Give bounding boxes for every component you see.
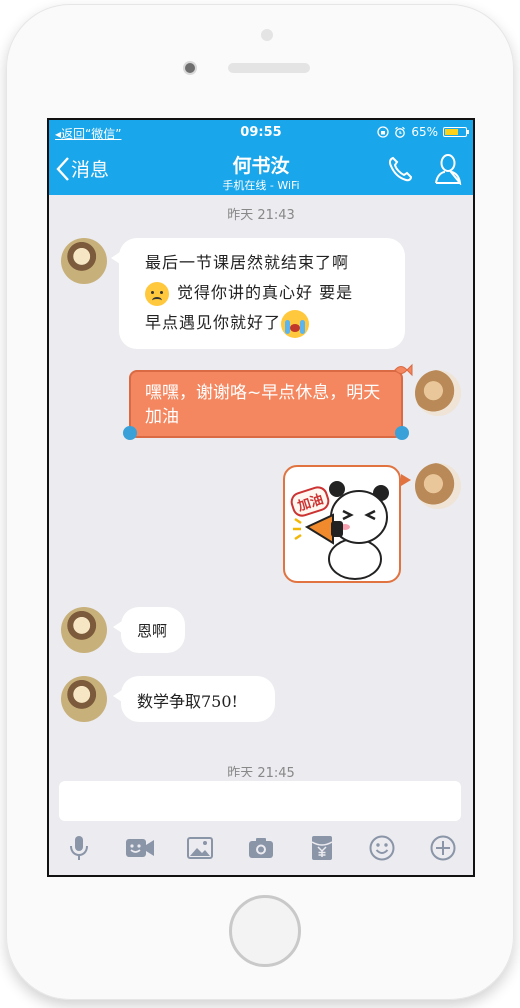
status-indicators: 65% — [377, 125, 469, 139]
earpiece-speaker — [228, 63, 310, 73]
battery-tip — [467, 130, 469, 134]
message-line-with-emoji: 觉得你讲的真心好 要是 — [145, 278, 393, 308]
phone-icon — [388, 156, 413, 182]
chat-message-me-themed[interactable]: 嘿嘿，谢谢咯~早点休息，明天加油 — [129, 370, 403, 438]
friend-avatar[interactable] — [61, 238, 107, 284]
message-composer — [49, 777, 473, 875]
microphone-icon — [70, 836, 89, 860]
message-text: 嘿嘿，谢谢咯~早点休息，明天加油 — [145, 383, 381, 427]
chat-message-friend[interactable]: 最后一节课居然就结束了啊 觉得你讲的真心好 要是 早点遇见你就好了 — [111, 238, 405, 349]
message-line: 最后一节课居然就结束了啊 — [145, 253, 350, 272]
send-image-button[interactable] — [184, 832, 216, 864]
battery-percent: 65% — [411, 125, 438, 139]
chat-message-friend[interactable]: 恩啊 — [113, 607, 185, 653]
emoji-button[interactable] — [366, 832, 398, 864]
battery-icon — [443, 127, 469, 137]
front-camera — [185, 63, 195, 73]
crying-face-emoji-icon — [281, 309, 310, 338]
bubble-wave-decoration-icon — [123, 426, 137, 440]
video-call-icon — [125, 839, 154, 857]
friend-avatar[interactable] — [61, 676, 107, 722]
chat-sticker-message[interactable]: 加油 — [283, 465, 401, 583]
chat-header: 消息 何书汝 手机在线 - WiFi — [49, 145, 473, 195]
front-sensor — [261, 29, 273, 41]
bubble-wave-decoration-icon — [395, 426, 409, 440]
phone-screen: ◂返回“微信” 09:55 65% 消息 何书汝 手机在线 - WiFi 昨天 … — [47, 118, 475, 877]
more-options-button[interactable] — [427, 832, 459, 864]
video-call-button[interactable] — [124, 832, 156, 864]
fish-decoration-icon — [394, 363, 413, 377]
chat-timestamp: 昨天 21:43 — [227, 208, 295, 223]
voice-call-button[interactable] — [387, 155, 413, 187]
my-avatar[interactable] — [415, 463, 461, 509]
message-line-with-emoji: 早点遇见你就好了 — [145, 308, 393, 338]
sad-face-emoji-icon — [145, 281, 169, 306]
voice-input-button[interactable] — [63, 832, 95, 864]
composer-toolbar — [49, 829, 473, 867]
person-icon — [435, 154, 462, 187]
message-text: 数学争取750! — [137, 692, 238, 711]
panda-megaphone-sticker-icon — [293, 481, 389, 580]
message-input[interactable] — [59, 781, 461, 821]
chat-message-friend[interactable]: 数学争取750! — [113, 676, 275, 722]
red-packet-icon — [311, 836, 332, 860]
my-avatar[interactable] — [415, 370, 461, 416]
red-packet-button[interactable] — [306, 832, 338, 864]
status-bar: ◂返回“微信” 09:55 65% — [49, 120, 473, 145]
friend-avatar[interactable] — [61, 607, 107, 653]
message-text: 恩啊 — [137, 622, 168, 640]
camera-icon — [248, 838, 273, 858]
image-icon — [187, 837, 214, 859]
plus-icon — [430, 835, 456, 861]
camera-button[interactable] — [245, 832, 277, 864]
emoji-icon — [369, 835, 395, 861]
orientation-lock-icon — [377, 126, 389, 138]
contact-profile-button[interactable] — [434, 153, 462, 189]
alarm-icon — [395, 126, 406, 138]
home-button[interactable] — [229, 895, 301, 967]
battery-level-fill — [445, 129, 458, 135]
